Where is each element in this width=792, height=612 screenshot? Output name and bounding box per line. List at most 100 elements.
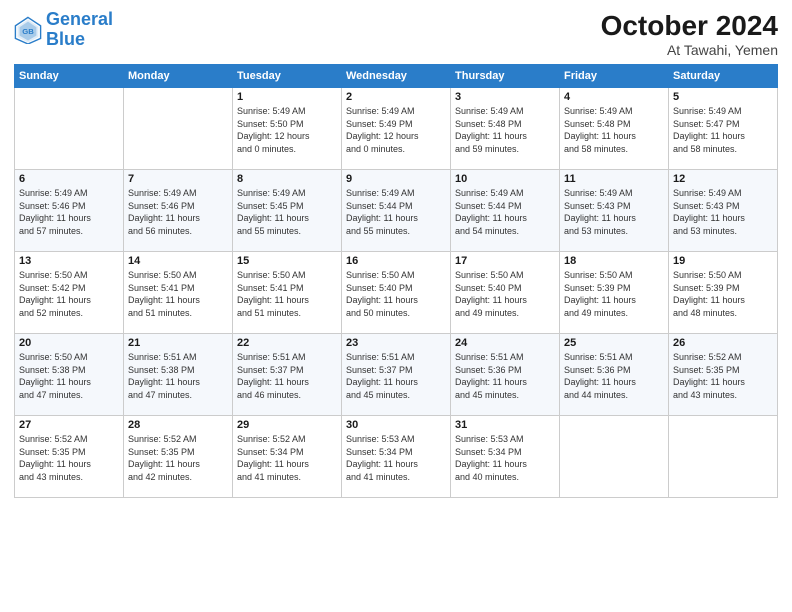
- day-info-2-1: Sunrise: 5:50 AM Sunset: 5:41 PM Dayligh…: [128, 269, 228, 319]
- day-info-4-1: Sunrise: 5:52 AM Sunset: 5:35 PM Dayligh…: [128, 433, 228, 483]
- day-number-4-0: 27: [19, 419, 119, 431]
- cell-1-1: 7 Sunrise: 5:49 AM Sunset: 5:46 PM Daylig…: [124, 170, 233, 252]
- weekday-header-row: Sunday Monday Tuesday Wednesday Thursday…: [15, 65, 778, 88]
- cell-4-1: 28 Sunrise: 5:52 AM Sunset: 5:35 PM Dayli…: [124, 416, 233, 498]
- day-info-3-2: Sunrise: 5:51 AM Sunset: 5:37 PM Dayligh…: [237, 351, 337, 401]
- day-number-0-4: 3: [455, 91, 555, 103]
- day-info-3-6: Sunrise: 5:52 AM Sunset: 5:35 PM Dayligh…: [673, 351, 773, 401]
- day-number-2-2: 15: [237, 255, 337, 267]
- day-number-1-5: 11: [564, 173, 664, 185]
- week-row-3: 20Sunrise: 5:50 AM Sunset: 5:38 PM Dayli…: [15, 334, 778, 416]
- header-wednesday: Wednesday: [342, 65, 451, 88]
- svg-text:GB: GB: [22, 27, 34, 36]
- day-number-3-5: 25: [564, 337, 664, 349]
- cell-2-0: 13 Sunrise: 5:50 AM Sunset: 5:42 PM Dayli…: [15, 252, 124, 334]
- day-info-4-4: Sunrise: 5:53 AM Sunset: 5:34 PM Dayligh…: [455, 433, 555, 483]
- cell-0-6: 5Sunrise: 5:49 AM Sunset: 5:47 PM Daylig…: [669, 88, 778, 170]
- cell-1-6: 12 Sunrise: 5:49 AM Sunset: 5:43 PM Dayli…: [669, 170, 778, 252]
- day-info-1-5: Sunrise: 5:49 AM Sunset: 5:43 PM Dayligh…: [564, 187, 664, 237]
- day-number-3-4: 24: [455, 337, 555, 349]
- cell-4-6: [669, 416, 778, 498]
- day-number-3-6: 26: [673, 337, 773, 349]
- day-info-1-2: Sunrise: 5:49 AM Sunset: 5:45 PM Dayligh…: [237, 187, 337, 237]
- day-number-2-6: 19: [673, 255, 773, 267]
- day-info-4-3: Sunrise: 5:53 AM Sunset: 5:34 PM Dayligh…: [346, 433, 446, 483]
- day-info-3-4: Sunrise: 5:51 AM Sunset: 5:36 PM Dayligh…: [455, 351, 555, 401]
- day-info-2-5: Sunrise: 5:50 AM Sunset: 5:39 PM Dayligh…: [564, 269, 664, 319]
- day-number-2-4: 17: [455, 255, 555, 267]
- day-info-4-0: Sunrise: 5:52 AM Sunset: 5:35 PM Dayligh…: [19, 433, 119, 483]
- day-number-2-3: 16: [346, 255, 446, 267]
- cell-2-6: 19 Sunrise: 5:50 AM Sunset: 5:39 PM Dayli…: [669, 252, 778, 334]
- day-number-2-1: 14: [128, 255, 228, 267]
- day-info-3-0: Sunrise: 5:50 AM Sunset: 5:38 PM Dayligh…: [19, 351, 119, 401]
- logo-line2: Blue: [46, 29, 85, 49]
- header-tuesday: Tuesday: [233, 65, 342, 88]
- day-number-1-4: 10: [455, 173, 555, 185]
- day-number-1-1: 7: [128, 173, 228, 185]
- header-friday: Friday: [560, 65, 669, 88]
- day-info-3-3: Sunrise: 5:51 AM Sunset: 5:37 PM Dayligh…: [346, 351, 446, 401]
- header-monday: Monday: [124, 65, 233, 88]
- cell-3-2: 22Sunrise: 5:51 AM Sunset: 5:37 PM Dayli…: [233, 334, 342, 416]
- day-info-1-0: Sunrise: 5:49 AM Sunset: 5:46 PM Dayligh…: [19, 187, 119, 237]
- day-info-2-2: Sunrise: 5:50 AM Sunset: 5:41 PM Dayligh…: [237, 269, 337, 319]
- day-number-1-6: 12: [673, 173, 773, 185]
- cell-4-2: 29Sunrise: 5:52 AM Sunset: 5:34 PM Dayli…: [233, 416, 342, 498]
- day-number-2-5: 18: [564, 255, 664, 267]
- month-title: October 2024: [601, 10, 778, 42]
- cell-3-5: 25 Sunrise: 5:51 AM Sunset: 5:36 PM Dayli…: [560, 334, 669, 416]
- title-area: October 2024 At Tawahi, Yemen: [601, 10, 778, 58]
- day-info-0-4: Sunrise: 5:49 AM Sunset: 5:48 PM Dayligh…: [455, 105, 555, 155]
- week-row-2: 13 Sunrise: 5:50 AM Sunset: 5:42 PM Dayli…: [15, 252, 778, 334]
- cell-0-5: 4Sunrise: 5:49 AM Sunset: 5:48 PM Daylig…: [560, 88, 669, 170]
- header: GB General Blue October 2024 At Tawahi, …: [14, 10, 778, 58]
- cell-0-4: 3 Sunrise: 5:49 AM Sunset: 5:48 PM Daylig…: [451, 88, 560, 170]
- cell-4-3: 30Sunrise: 5:53 AM Sunset: 5:34 PM Dayli…: [342, 416, 451, 498]
- cell-3-4: 24 Sunrise: 5:51 AM Sunset: 5:36 PM Dayli…: [451, 334, 560, 416]
- cell-3-1: 21 Sunrise: 5:51 AM Sunset: 5:38 PM Dayli…: [124, 334, 233, 416]
- day-number-1-0: 6: [19, 173, 119, 185]
- day-info-1-4: Sunrise: 5:49 AM Sunset: 5:44 PM Dayligh…: [455, 187, 555, 237]
- day-info-0-2: Sunrise: 5:49 AM Sunset: 5:50 PM Dayligh…: [237, 105, 337, 155]
- location: At Tawahi, Yemen: [601, 42, 778, 58]
- cell-3-3: 23Sunrise: 5:51 AM Sunset: 5:37 PM Dayli…: [342, 334, 451, 416]
- week-row-0: 1 Sunrise: 5:49 AM Sunset: 5:50 PM Daylig…: [15, 88, 778, 170]
- header-sunday: Sunday: [15, 65, 124, 88]
- cell-2-5: 18 Sunrise: 5:50 AM Sunset: 5:39 PM Dayli…: [560, 252, 669, 334]
- cell-2-2: 15 Sunrise: 5:50 AM Sunset: 5:41 PM Dayli…: [233, 252, 342, 334]
- calendar-table: Sunday Monday Tuesday Wednesday Thursday…: [14, 64, 778, 498]
- day-number-1-3: 9: [346, 173, 446, 185]
- cell-2-1: 14 Sunrise: 5:50 AM Sunset: 5:41 PM Dayli…: [124, 252, 233, 334]
- cell-1-5: 11 Sunrise: 5:49 AM Sunset: 5:43 PM Dayli…: [560, 170, 669, 252]
- day-number-0-3: 2: [346, 91, 446, 103]
- header-saturday: Saturday: [669, 65, 778, 88]
- logo-text: General Blue: [46, 10, 113, 50]
- day-number-0-2: 1: [237, 91, 337, 103]
- cell-2-3: 16Sunrise: 5:50 AM Sunset: 5:40 PM Dayli…: [342, 252, 451, 334]
- cell-0-2: 1 Sunrise: 5:49 AM Sunset: 5:50 PM Daylig…: [233, 88, 342, 170]
- day-number-1-2: 8: [237, 173, 337, 185]
- day-number-4-2: 29: [237, 419, 337, 431]
- cell-0-3: 2Sunrise: 5:49 AM Sunset: 5:49 PM Daylig…: [342, 88, 451, 170]
- day-info-3-1: Sunrise: 5:51 AM Sunset: 5:38 PM Dayligh…: [128, 351, 228, 401]
- cell-1-4: 10 Sunrise: 5:49 AM Sunset: 5:44 PM Dayli…: [451, 170, 560, 252]
- cell-0-0: [15, 88, 124, 170]
- day-number-0-5: 4: [564, 91, 664, 103]
- day-info-3-5: Sunrise: 5:51 AM Sunset: 5:36 PM Dayligh…: [564, 351, 664, 401]
- day-info-1-6: Sunrise: 5:49 AM Sunset: 5:43 PM Dayligh…: [673, 187, 773, 237]
- day-number-4-1: 28: [128, 419, 228, 431]
- day-number-2-0: 13: [19, 255, 119, 267]
- cell-4-5: [560, 416, 669, 498]
- day-info-2-4: Sunrise: 5:50 AM Sunset: 5:40 PM Dayligh…: [455, 269, 555, 319]
- day-info-2-6: Sunrise: 5:50 AM Sunset: 5:39 PM Dayligh…: [673, 269, 773, 319]
- cell-4-0: 27 Sunrise: 5:52 AM Sunset: 5:35 PM Dayli…: [15, 416, 124, 498]
- day-number-3-1: 21: [128, 337, 228, 349]
- day-info-2-0: Sunrise: 5:50 AM Sunset: 5:42 PM Dayligh…: [19, 269, 119, 319]
- cell-1-0: 6 Sunrise: 5:49 AM Sunset: 5:46 PM Daylig…: [15, 170, 124, 252]
- logo-line1: General: [46, 9, 113, 29]
- day-info-1-3: Sunrise: 5:49 AM Sunset: 5:44 PM Dayligh…: [346, 187, 446, 237]
- week-row-1: 6 Sunrise: 5:49 AM Sunset: 5:46 PM Daylig…: [15, 170, 778, 252]
- cell-2-4: 17 Sunrise: 5:50 AM Sunset: 5:40 PM Dayli…: [451, 252, 560, 334]
- day-info-1-1: Sunrise: 5:49 AM Sunset: 5:46 PM Dayligh…: [128, 187, 228, 237]
